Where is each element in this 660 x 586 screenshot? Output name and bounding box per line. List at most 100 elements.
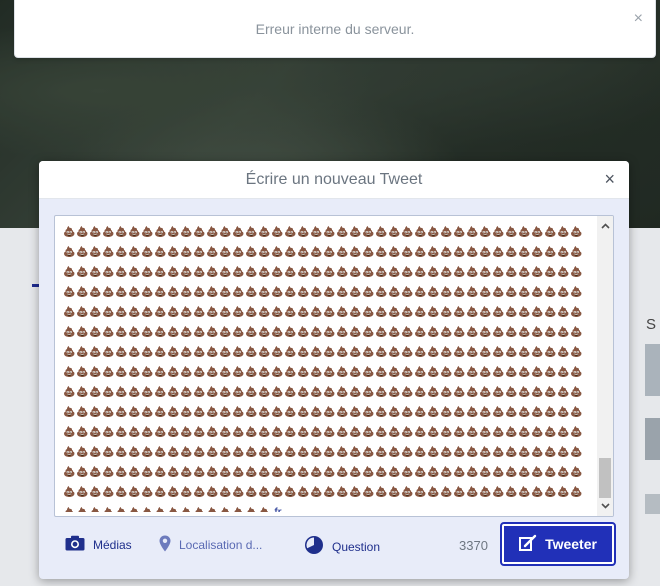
poo-emoji-icon: 💩 — [63, 267, 76, 278]
poo-emoji-icon: 💩 — [375, 447, 388, 458]
poo-emoji-icon: 💩 — [557, 347, 570, 358]
poo-emoji-icon: 💩 — [453, 367, 466, 378]
poo-emoji-icon: 💩 — [76, 307, 89, 318]
poo-emoji-icon: 💩 — [323, 347, 336, 358]
poo-emoji-icon: 💩 — [427, 307, 440, 318]
poo-emoji-icon: 💩 — [284, 327, 297, 338]
question-button[interactable]: Question — [304, 535, 380, 558]
poo-emoji-icon: 💩 — [518, 267, 531, 278]
poo-emoji-icon: 💩 — [193, 467, 206, 478]
poo-emoji-icon: 💩 — [115, 387, 128, 398]
poo-emoji-icon: 💩 — [570, 327, 583, 338]
poo-emoji-icon: 💩 — [518, 387, 531, 398]
poo-emoji-icon: 💩 — [63, 327, 76, 338]
poo-emoji-icon: 💩 — [427, 347, 440, 358]
poo-emoji-icon: 💩 — [284, 247, 297, 258]
poo-emoji-icon: 💩 — [180, 447, 193, 458]
poo-emoji-icon: 💩 — [310, 327, 323, 338]
poo-emoji-icon: 💩 — [219, 347, 232, 358]
poo-emoji-icon: 💩 — [544, 407, 557, 418]
close-icon[interactable]: × — [604, 170, 615, 188]
poo-emoji-icon: 💩 — [388, 267, 401, 278]
poo-emoji-icon: 💩 — [375, 347, 388, 358]
poo-emoji-icon: 💩 — [544, 247, 557, 258]
poo-emoji-icon: 💩 — [284, 447, 297, 458]
poo-emoji-icon: 💩 — [193, 247, 206, 258]
tweet-text-content[interactable]: 💩💩💩💩💩💩💩💩💩💩💩💩💩💩💩💩💩💩💩💩💩💩💩💩💩💩💩💩💩💩💩💩💩💩💩💩💩💩💩💩… — [63, 222, 593, 512]
question-label: Question — [332, 539, 381, 554]
poo-emoji-icon: 💩 — [401, 447, 414, 458]
poo-emoji-icon: 💩 — [414, 327, 427, 338]
poo-emoji-icon: 💩 — [258, 327, 271, 338]
poo-emoji-icon: 💩 — [414, 347, 427, 358]
poo-emoji-icon: 💩 — [505, 467, 518, 478]
location-label: Localisation d... — [179, 538, 263, 552]
poo-emoji-icon: 💩 — [492, 387, 505, 398]
poo-emoji-icon: 💩 — [284, 467, 297, 478]
textarea-scrollbar[interactable] — [597, 216, 613, 516]
poo-emoji-icon: 💩 — [323, 307, 336, 318]
poo-emoji-icon: 💩 — [76, 427, 89, 438]
poo-emoji-icon: 💩 — [440, 427, 453, 438]
compose-icon — [519, 534, 537, 555]
poo-emoji-icon: 💩 — [128, 487, 141, 498]
poo-emoji-icon: 💩 — [115, 447, 128, 458]
poo-emoji-icon: 💩 — [323, 447, 336, 458]
poo-emoji-icon: 💩 — [557, 407, 570, 418]
poo-emoji-icon: 💩 — [401, 367, 414, 378]
poo-emoji-icon: 💩 — [180, 367, 193, 378]
poo-emoji-icon: 💩 — [414, 247, 427, 258]
poo-emoji-icon: 💩 — [362, 347, 375, 358]
poo-emoji-icon: 💩 — [492, 447, 505, 458]
poo-emoji-icon: 💩 — [388, 287, 401, 298]
poo-emoji-icon: 💩 — [349, 227, 362, 238]
poo-emoji-icon: 💩 — [427, 267, 440, 278]
poo-emoji-icon: 💩 — [388, 367, 401, 378]
poo-emoji-icon: 💩 — [440, 287, 453, 298]
poo-emoji-icon: 💩 — [440, 227, 453, 238]
poo-emoji-icon: 💩 — [479, 427, 492, 438]
poo-emoji-icon: 💩 — [570, 247, 583, 258]
poo-emoji-icon: 💩 — [349, 407, 362, 418]
media-button[interactable]: Médias — [65, 535, 132, 554]
poo-emoji-icon: 💩 — [154, 307, 167, 318]
poo-emoji-icon: 💩 — [531, 267, 544, 278]
scrollbar-thumb[interactable] — [599, 458, 611, 498]
poo-emoji-icon: 💩 — [505, 367, 518, 378]
poo-emoji-icon: 💩 — [414, 267, 427, 278]
poo-emoji-icon: 💩 — [115, 227, 128, 238]
poo-emoji-icon: 💩 — [531, 307, 544, 318]
poo-emoji-icon: 💩 — [206, 267, 219, 278]
poo-emoji-icon: 💩 — [518, 487, 531, 498]
poo-emoji-icon: 💩 — [63, 227, 76, 238]
poo-emoji-icon: 💩 — [154, 447, 167, 458]
poo-emoji-icon: 💩 — [414, 427, 427, 438]
poo-emoji-icon: 💩 — [206, 504, 219, 512]
poo-emoji-icon: 💩 — [518, 467, 531, 478]
poo-emoji-icon: 💩 — [466, 247, 479, 258]
poo-emoji-icon: 💩 — [518, 447, 531, 458]
scroll-down-icon[interactable] — [597, 498, 613, 514]
trailing-text: .fr — [271, 505, 282, 512]
poo-emoji-icon: 💩 — [492, 267, 505, 278]
poo-emoji-icon: 💩 — [570, 227, 583, 238]
poo-emoji-icon: 💩 — [89, 367, 102, 378]
poo-emoji-icon: 💩 — [492, 287, 505, 298]
poo-emoji-icon: 💩 — [557, 487, 570, 498]
poo-emoji-icon: 💩 — [466, 407, 479, 418]
scroll-up-icon[interactable] — [597, 218, 613, 234]
poo-emoji-icon: 💩 — [492, 427, 505, 438]
poo-emoji-icon: 💩 — [76, 247, 89, 258]
modal-overlay: Écrire un nouveau Tweet × 💩💩💩💩💩💩💩💩💩💩💩💩💩💩… — [0, 0, 660, 586]
poo-emoji-icon: 💩 — [336, 247, 349, 258]
poo-emoji-icon: 💩 — [544, 367, 557, 378]
poo-emoji-icon: 💩 — [258, 407, 271, 418]
tweet-button[interactable]: Tweeter — [500, 522, 616, 566]
tweet-textarea[interactable]: 💩💩💩💩💩💩💩💩💩💩💩💩💩💩💩💩💩💩💩💩💩💩💩💩💩💩💩💩💩💩💩💩💩💩💩💩💩💩💩💩… — [54, 215, 614, 517]
location-button[interactable]: Localisation d... — [159, 535, 262, 555]
poo-emoji-icon: 💩 — [323, 227, 336, 238]
poo-emoji-icon: 💩 — [336, 307, 349, 318]
poo-emoji-icon: 💩 — [154, 287, 167, 298]
poo-emoji-icon: 💩 — [479, 447, 492, 458]
poo-emoji-icon: 💩 — [453, 307, 466, 318]
